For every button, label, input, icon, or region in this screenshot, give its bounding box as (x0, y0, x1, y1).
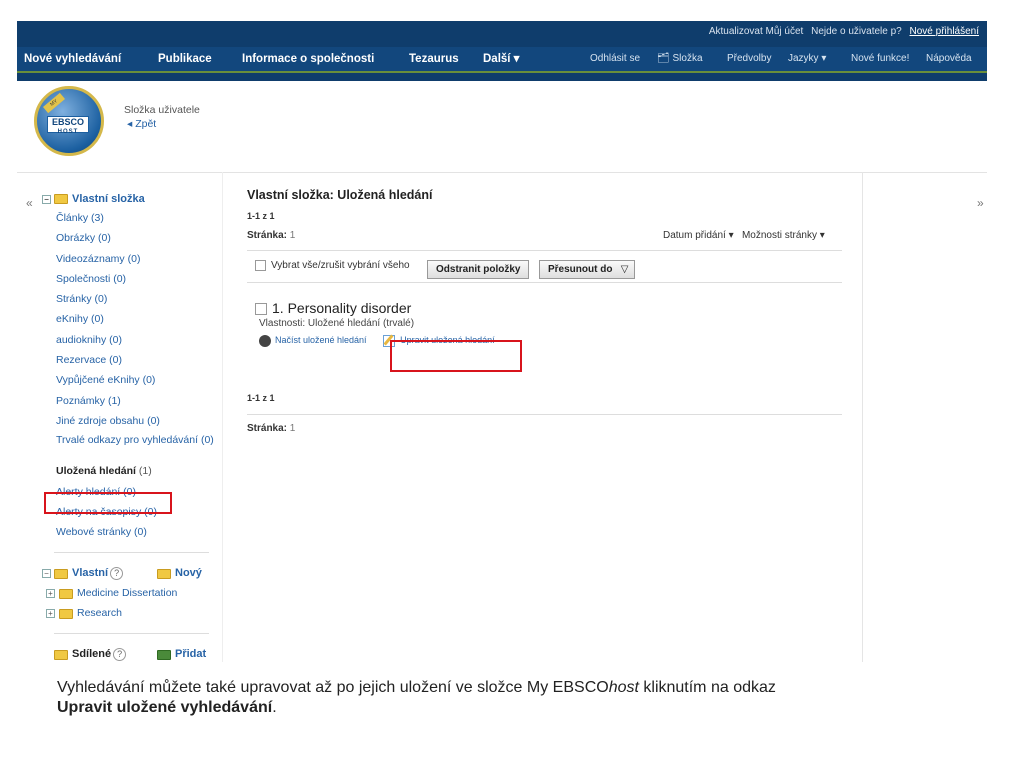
select-all-label: Vybrat vše/zrušit vybrání všeho (271, 260, 410, 272)
page-link[interactable]: 1 (290, 423, 296, 434)
divider (54, 633, 209, 635)
result-item: 1. Personality disorder (247, 300, 842, 316)
folder-item-reservations[interactable]: Rezervace (0) (56, 350, 222, 370)
nav-folder-label: Složka (672, 53, 703, 64)
column-divider (862, 172, 863, 662)
collapse-icon[interactable]: − (42, 569, 51, 579)
folder-icon (59, 608, 73, 619)
new-login-link[interactable]: Nové přihlášení (910, 26, 979, 37)
help-icon[interactable]: ? (110, 567, 124, 581)
result-checkbox[interactable] (255, 303, 267, 316)
folder-icon (54, 649, 68, 660)
folder-icon: 🗂 (657, 53, 670, 64)
logo-subtext: HOST (57, 129, 79, 135)
load-search-link[interactable]: Načíst uložené hledání (259, 335, 367, 347)
nav-help[interactable]: Nápověda (926, 47, 972, 71)
folder-item-ebooks[interactable]: eKnihy (0) (56, 309, 222, 329)
add-shared-button[interactable]: Přidat (157, 644, 206, 664)
pagination-bottom: Stránka: 1 (247, 423, 296, 434)
divider (17, 172, 987, 173)
expand-icon[interactable]: + (46, 589, 55, 599)
folder-icon (59, 588, 73, 599)
divider (247, 282, 842, 283)
ebsco-logo: MY EBSCO HOST (34, 86, 104, 156)
folder-item-persistent-links[interactable]: Trvalé odkazy pro vyhledávání (0) (56, 431, 222, 461)
expand-icon[interactable]: + (46, 609, 55, 619)
folder-item-other-sources[interactable]: Jiné zdroje obsahu (0) (56, 411, 222, 431)
shared-folders-heading: Sdílené? Přidat (42, 644, 222, 664)
shared-folders-label: Sdílené (72, 648, 112, 661)
page-title: Vlastní složka: Uložená hledání (247, 188, 433, 202)
nav-thesaurus[interactable]: Tezaurus (409, 47, 459, 71)
nav-underline (17, 71, 987, 73)
nav-logout[interactable]: Odhlásit se (590, 47, 640, 71)
move-to-button[interactable]: Přesunout do ▽ (539, 260, 636, 279)
divider (247, 414, 842, 415)
back-link[interactable]: ◂ Zpět (127, 118, 156, 130)
folder-item-articles[interactable]: Články (3) (56, 208, 222, 228)
logo-text: EBSCO (51, 117, 84, 127)
main-content: Vlastní složka: Uložená hledání 1-1 z 1 … (247, 188, 842, 434)
nav-publications[interactable]: Publikace (158, 47, 212, 71)
collapse-left-icon[interactable]: « (26, 196, 33, 210)
sort-dropdown[interactable]: Datum přidání ▾ (663, 230, 734, 241)
new-folder-icon (157, 568, 171, 579)
chevron-down-icon: ▽ (620, 264, 629, 275)
folder-item-borrowed-ebooks[interactable]: Vypůjčené eKnihy (0) (56, 370, 222, 390)
result-count: 1-1 z 1 (247, 211, 275, 221)
nav-folder[interactable]: 🗂 Složka (657, 47, 703, 71)
nav-languages[interactable]: Jazyky ▾ (788, 47, 826, 71)
folder-item-saved-searches[interactable]: Uložená hledání (1) (56, 461, 222, 481)
folder-item-videos[interactable]: Videozáznamy (0) (56, 249, 222, 269)
result-actions: Načíst uložené hledání Upravit uložená h… (259, 335, 842, 351)
folder-item-images[interactable]: Obrázky (0) (56, 228, 222, 248)
divider (247, 250, 842, 251)
result-title[interactable]: 1. Personality disorder (272, 300, 411, 316)
new-folder-button[interactable]: Nový (157, 563, 202, 583)
own-folder-medicine[interactable]: + Medicine Dissertation (46, 583, 222, 603)
toolbar: Vybrat vše/zrušit vybrání všeho Odstrani… (247, 260, 842, 282)
caption: Vyhledávání můžete také upravovat až po … (57, 679, 776, 716)
highlight-box (390, 340, 522, 372)
not-user-link[interactable]: Nejde o uživatele p? (811, 26, 902, 37)
load-search-icon (259, 335, 271, 347)
expand-right-icon[interactable]: » (977, 196, 984, 210)
folder-title: Složka uživatele (124, 104, 200, 116)
column-divider (222, 172, 223, 662)
nav-company-info[interactable]: Informace o společnosti (242, 47, 374, 71)
folder-icon (54, 194, 68, 205)
collapse-icon[interactable]: − (42, 194, 51, 204)
page-options-dropdown[interactable]: Možnosti stránky ▾ (742, 230, 825, 241)
update-account-link[interactable]: Aktualizovat Můj účet (709, 26, 804, 37)
own-folders-heading: − Vlastní? Nový (42, 563, 222, 583)
page-link[interactable]: 1 (290, 230, 296, 241)
folder-item-audiobooks[interactable]: audioknihy (0) (56, 330, 222, 350)
folder-item-companies[interactable]: Společnosti (0) (56, 269, 222, 289)
main-nav: Nové vyhledávání Publikace Informace o s… (17, 47, 987, 71)
nav-preferences[interactable]: Předvolby (727, 47, 771, 71)
own-folders-label: Vlastní (72, 567, 109, 580)
sidebar: − Vlastní složka Články (3) Obrázky (0) V… (42, 190, 222, 664)
my-folder-label: Vlastní složka (72, 193, 145, 205)
nav-more[interactable]: Další ▾ (483, 47, 519, 71)
own-folder-research[interactable]: + Research (46, 603, 222, 623)
add-folder-icon (157, 649, 171, 660)
result-properties: Vlastnosti: Uložené hledání (trvalé) (259, 318, 415, 329)
help-icon[interactable]: ? (113, 648, 127, 662)
my-folder-heading[interactable]: − Vlastní složka (42, 190, 222, 208)
folder-icon (54, 568, 68, 579)
select-all-checkbox[interactable] (255, 260, 266, 271)
remove-items-button[interactable]: Odstranit položky (427, 260, 530, 279)
page-controls: Datum přidání ▾ Možnosti stránky ▾ (663, 230, 825, 241)
nav-new-search[interactable]: Nové vyhledávání (24, 47, 121, 71)
highlight-box (44, 492, 172, 514)
logo-ribbon: MY (43, 92, 65, 114)
folder-item-pages[interactable]: Stránky (0) (56, 289, 222, 309)
nav-new-features[interactable]: Nové funkce! (851, 47, 909, 71)
divider (54, 552, 209, 554)
top-links: Aktualizovat Můj účet Nejde o uživatele … (17, 22, 987, 42)
result-count-bottom: 1-1 z 1 (247, 393, 275, 403)
folder-item-web-pages[interactable]: Webové stránky (0) (56, 522, 222, 542)
folder-item-notes[interactable]: Poznámky (1) (56, 391, 222, 411)
